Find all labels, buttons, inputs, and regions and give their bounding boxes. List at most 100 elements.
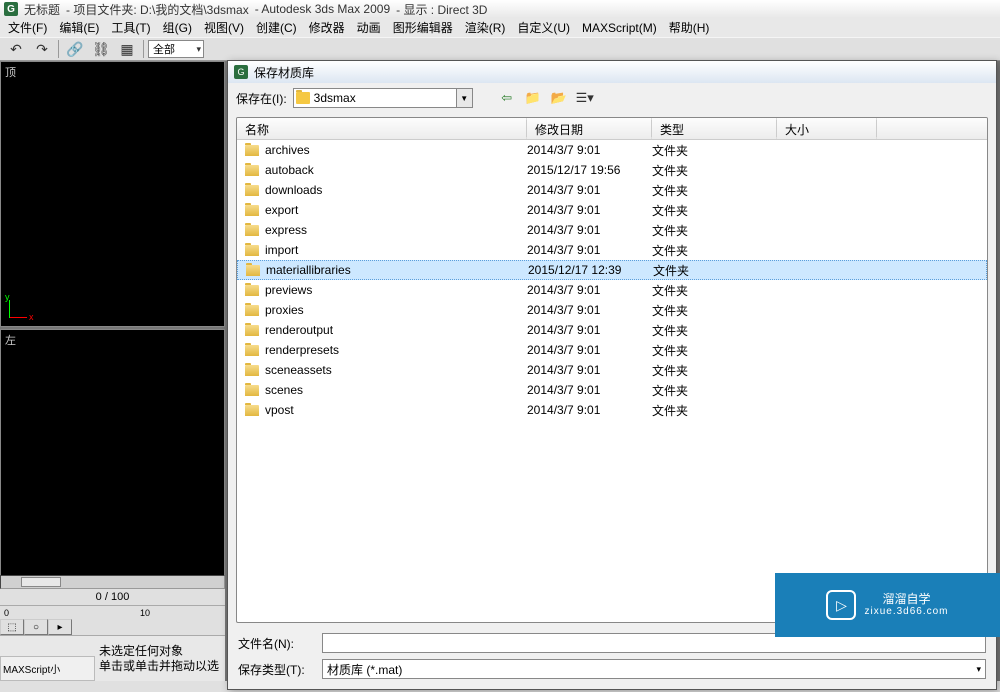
file-type: 文件夹 <box>652 182 777 199</box>
autokey-icon[interactable]: ○ <box>24 619 48 635</box>
file-name: vpost <box>265 403 294 417</box>
filename-label: 文件名(N): <box>238 635 314 652</box>
file-name: materiallibraries <box>266 263 351 277</box>
column-size[interactable]: 大小 <box>777 118 877 139</box>
app-icon: G <box>4 2 18 16</box>
file-row[interactable]: previews2014/3/7 9:01文件夹 <box>237 280 987 300</box>
file-row[interactable]: scenes 2014/3/7 9:01文件夹 <box>237 380 987 400</box>
file-type: 文件夹 <box>652 382 777 399</box>
savein-value: 3dsmax <box>314 91 356 105</box>
viewport-top[interactable]: 顶 x y <box>0 61 225 327</box>
file-type: 文件夹 <box>652 322 777 339</box>
menu-grapheditors[interactable]: 图形编辑器 <box>387 17 459 38</box>
folder-icon <box>245 405 259 416</box>
file-row[interactable]: express2014/3/7 9:01文件夹 <box>237 220 987 240</box>
maxscript-listener-label[interactable]: MAXScript小 <box>0 656 95 681</box>
time-ruler[interactable]: 0 10 <box>0 605 225 619</box>
redo-icon[interactable]: ↷ <box>30 39 54 59</box>
file-name: autoback <box>265 163 314 177</box>
file-date: 2014/3/7 9:01 <box>527 363 652 377</box>
timeline-scrollbar[interactable] <box>0 575 225 589</box>
status-prompt: 单击或单击并拖动以选 <box>99 659 225 674</box>
up-icon[interactable]: 📁 <box>523 89 543 107</box>
file-date: 2014/3/7 9:01 <box>527 383 652 397</box>
folder-icon <box>245 225 259 236</box>
menu-customize[interactable]: 自定义(U) <box>511 17 576 38</box>
file-list-body[interactable]: archives2014/3/7 9:01文件夹autoback2015/12/… <box>237 140 987 622</box>
filter-dropdown[interactable]: 全部 <box>148 40 204 58</box>
title-part-2: - Autodesk 3ds Max 2009 <box>255 2 390 16</box>
menu-animation[interactable]: 动画 <box>351 17 387 38</box>
column-type[interactable]: 类型 <box>652 118 777 139</box>
setkey-icon[interactable]: ▸ <box>48 619 72 635</box>
menu-create[interactable]: 创建(C) <box>250 17 303 38</box>
file-row[interactable]: archives2014/3/7 9:01文件夹 <box>237 140 987 160</box>
folder-icon <box>296 92 310 104</box>
file-row[interactable]: materiallibraries2015/12/17 12:39文件夹 <box>237 260 987 280</box>
file-row[interactable]: downloads2014/3/7 9:01文件夹 <box>237 180 987 200</box>
menu-file[interactable]: 文件(F) <box>2 17 53 38</box>
menu-tools[interactable]: 工具(T) <box>105 17 156 38</box>
watermark: ▷ 溜溜自学 zixue.3d66.com <box>775 573 1000 637</box>
file-date: 2014/3/7 9:01 <box>527 183 652 197</box>
new-folder-icon[interactable]: 📂 <box>549 89 569 107</box>
ruler-tick-0: 0 <box>4 608 9 618</box>
view-menu-icon[interactable]: ☰▾ <box>575 89 595 107</box>
axis-gizmo-icon: x y <box>7 292 35 320</box>
menu-edit[interactable]: 编辑(E) <box>53 17 105 38</box>
file-name: scenes <box>265 383 303 397</box>
viewport-left-label: 左 <box>5 332 16 348</box>
status-bar: MAXScript小 未选定任何对象 单击或单击并拖动以选 <box>0 635 225 681</box>
undo-icon[interactable]: ↶ <box>4 39 28 59</box>
menu-help[interactable]: 帮助(H) <box>663 17 716 38</box>
file-type: 文件夹 <box>652 162 777 179</box>
chevron-down-icon[interactable]: ▼ <box>456 89 472 107</box>
menu-rendering[interactable]: 渲染(R) <box>459 17 512 38</box>
folder-icon <box>245 365 259 376</box>
file-name: export <box>265 203 298 217</box>
file-row[interactable]: import2014/3/7 9:01文件夹 <box>237 240 987 260</box>
file-row[interactable]: sceneassets2014/3/7 9:01文件夹 <box>237 360 987 380</box>
filetype-dropdown[interactable]: 材质库 (*.mat) <box>322 659 986 679</box>
folder-icon <box>245 305 259 316</box>
menu-maxscript[interactable]: MAXScript(M) <box>576 19 663 37</box>
dialog-titlebar[interactable]: G 保存材质库 <box>228 61 996 83</box>
file-name: proxies <box>265 303 304 317</box>
menu-views[interactable]: 视图(V) <box>198 17 250 38</box>
file-row[interactable]: renderpresets2014/3/7 9:01文件夹 <box>237 340 987 360</box>
folder-icon <box>246 265 260 276</box>
file-type: 文件夹 <box>652 302 777 319</box>
menu-modifiers[interactable]: 修改器 <box>303 17 351 38</box>
folder-icon <box>245 285 259 296</box>
file-type: 文件夹 <box>652 222 777 239</box>
file-date: 2015/12/17 12:39 <box>528 263 653 277</box>
folder-icon <box>245 185 259 196</box>
play-icon: ▷ <box>826 590 856 620</box>
file-date: 2014/3/7 9:01 <box>527 323 652 337</box>
folder-icon <box>245 165 259 176</box>
keymode-icon[interactable]: ⬚ <box>0 619 24 635</box>
menu-group[interactable]: 组(G) <box>157 17 198 38</box>
unlink-icon[interactable]: ⛓ <box>89 39 113 59</box>
savein-dropdown[interactable]: 3dsmax ▼ <box>293 88 473 108</box>
file-name: sceneassets <box>265 363 332 377</box>
column-name[interactable]: 名称 <box>237 118 527 139</box>
file-type: 文件夹 <box>652 342 777 359</box>
bind-icon[interactable]: ▦ <box>115 39 139 59</box>
file-row[interactable]: renderoutput2014/3/7 9:01文件夹 <box>237 320 987 340</box>
file-row[interactable]: proxies2014/3/7 9:01文件夹 <box>237 300 987 320</box>
file-row[interactable]: vpost2014/3/7 9:01文件夹 <box>237 400 987 420</box>
file-row[interactable]: export2014/3/7 9:01文件夹 <box>237 200 987 220</box>
file-type: 文件夹 <box>652 282 777 299</box>
link-icon[interactable]: 🔗 <box>63 39 87 59</box>
frame-counter: 0 / 100 <box>0 589 225 605</box>
file-row[interactable]: autoback2015/12/17 19:56文件夹 <box>237 160 987 180</box>
savein-label: 保存在(I): <box>236 90 287 107</box>
file-date: 2014/3/7 9:01 <box>527 343 652 357</box>
folder-icon <box>245 245 259 256</box>
back-icon[interactable]: ⇦ <box>497 89 517 107</box>
folder-icon <box>245 325 259 336</box>
file-name: express <box>265 223 307 237</box>
title-part-1: - 项目文件夹: D:\我的文档\3dsmax <box>66 1 249 18</box>
column-date[interactable]: 修改日期 <box>527 118 652 139</box>
